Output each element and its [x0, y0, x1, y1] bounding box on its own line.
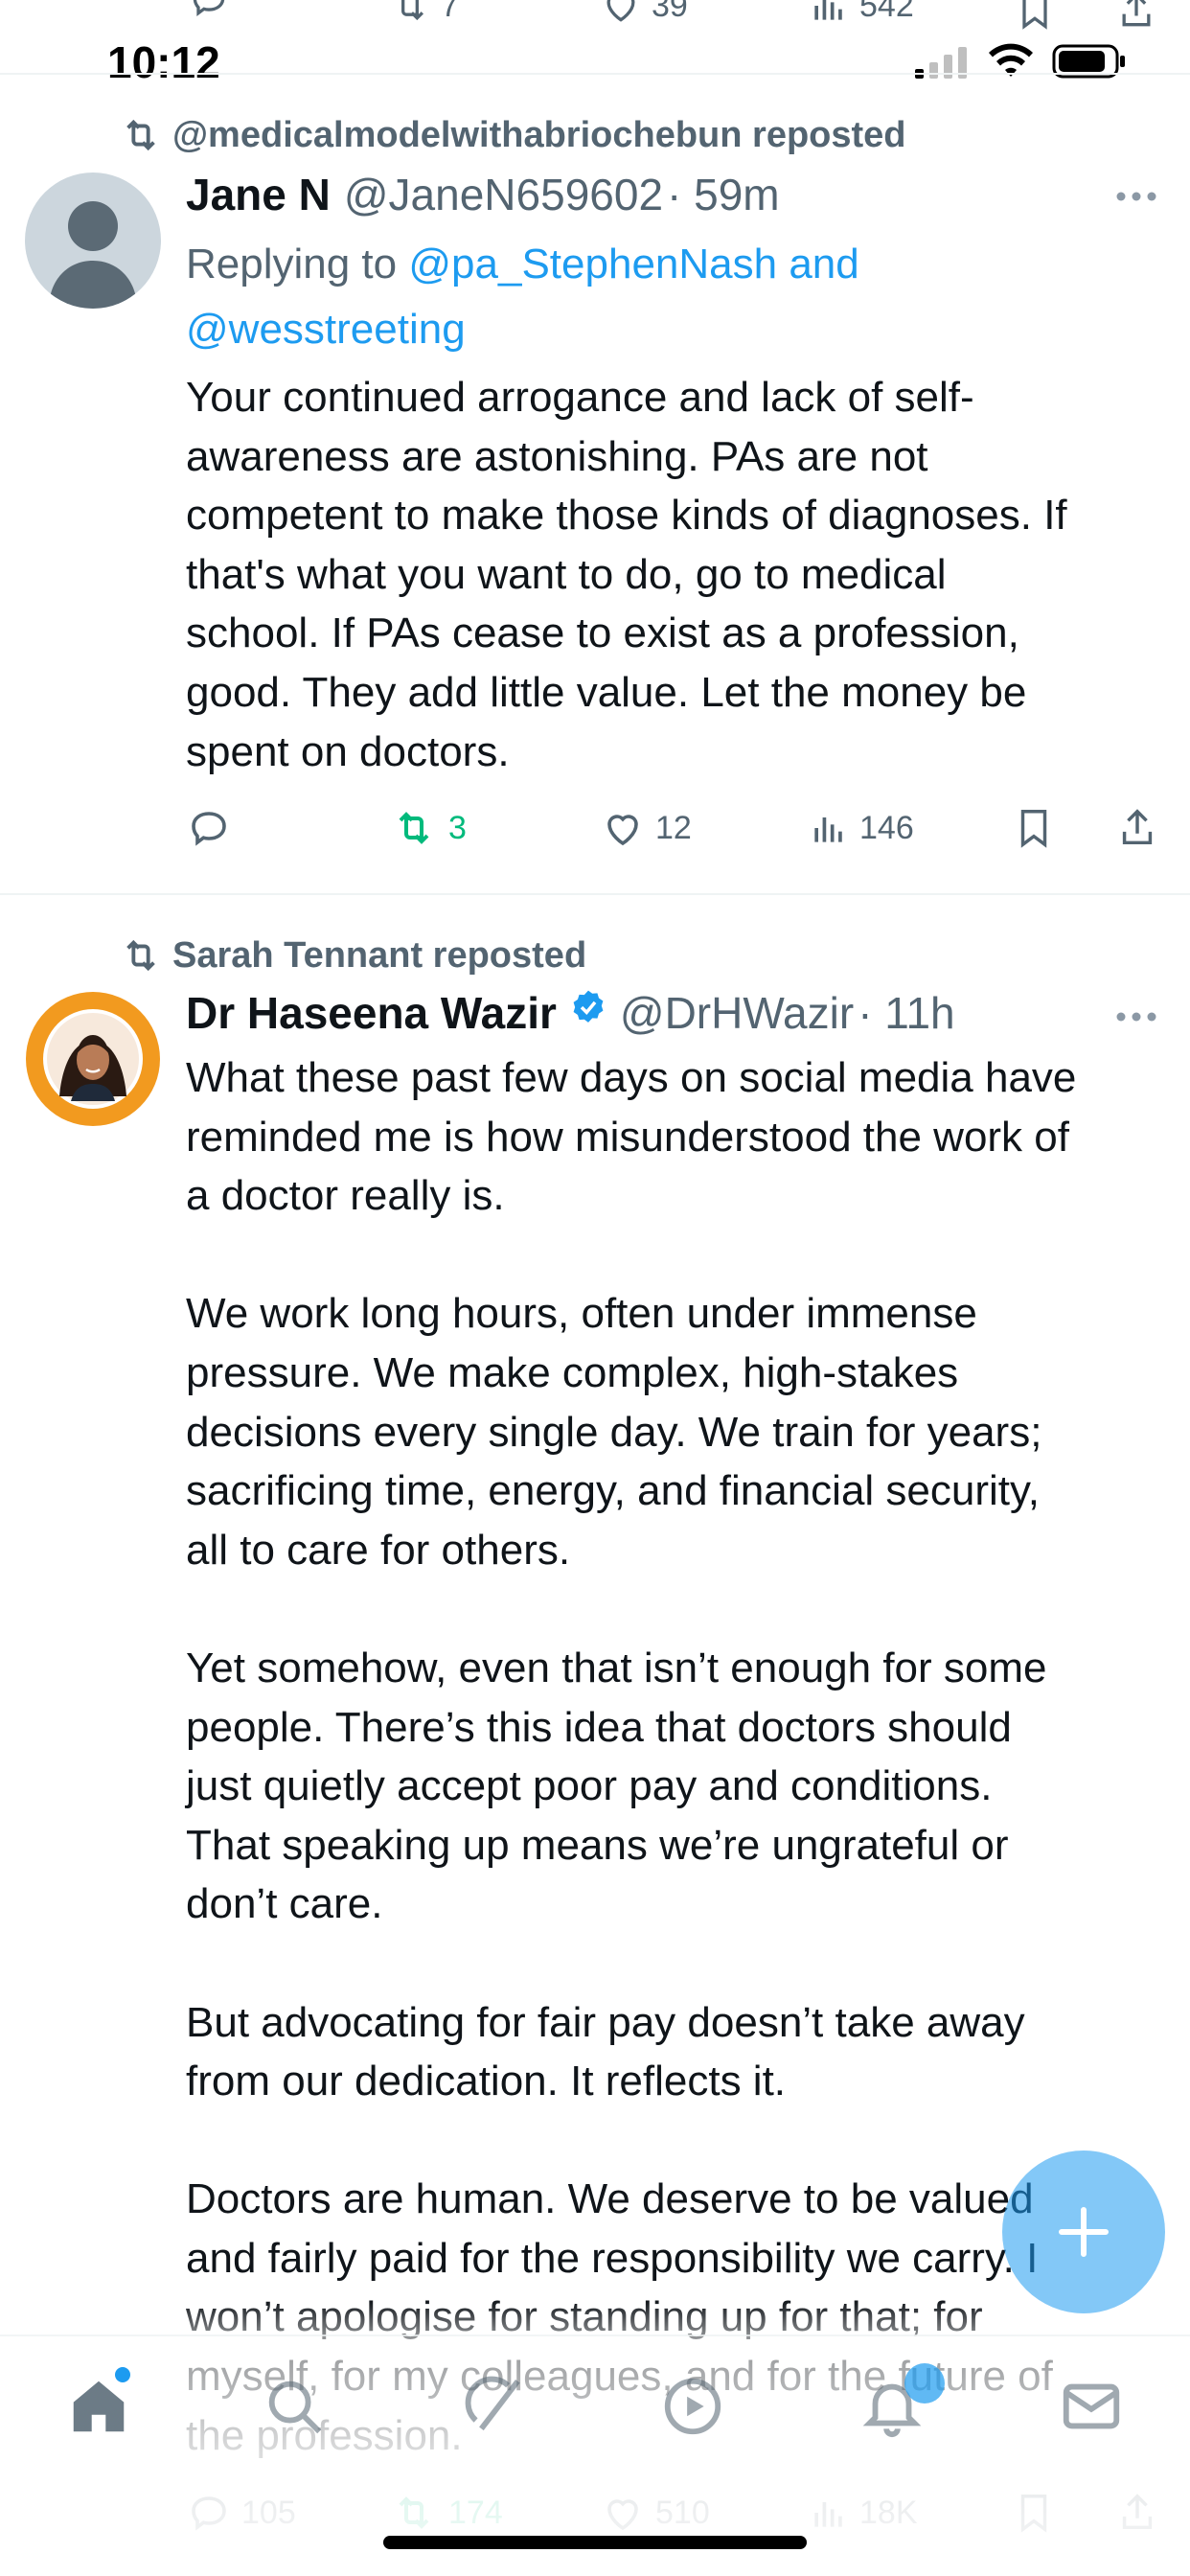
bookmark-icon: [1020, 2495, 1047, 2533]
replying-prefix: Replying to: [186, 241, 398, 288]
verified-badge-icon: [568, 987, 608, 1039]
author-name[interactable]: Dr Haseena Wazir: [186, 987, 557, 1039]
retweet-button[interactable]: 3: [389, 805, 467, 851]
views-count: 146: [859, 809, 914, 846]
heart-icon: [607, 2499, 638, 2531]
compose-button[interactable]: [1002, 2150, 1165, 2313]
more-options-icon[interactable]: [1115, 1010, 1157, 1027]
views-icon: [814, 2502, 842, 2527]
home-indicator[interactable]: [383, 2536, 807, 2549]
replying-to: Replying to @pa_StephenNash and @wesstre…: [186, 232, 1144, 362]
messages-icon[interactable]: [1058, 2373, 1125, 2445]
tweet-dr-haseena-wazir[interactable]: Sarah Tennant reposted Dr Haseena Wazir …: [0, 895, 1190, 2576]
views-button[interactable]: 18K: [808, 2490, 918, 2536]
avatar[interactable]: [25, 172, 161, 309]
views-count: 542: [859, 0, 914, 24]
avatar[interactable]: [25, 991, 161, 1127]
reply-count: 105: [241, 2494, 296, 2531]
retweet-action[interactable]: 7: [389, 0, 459, 27]
grok-icon[interactable]: [462, 2373, 529, 2445]
share-icon: [1122, 809, 1153, 845]
plus-icon: [1059, 2207, 1109, 2257]
bookmark-button[interactable]: [1012, 2488, 1056, 2542]
reply-mention-1[interactable]: @pa_StephenNash and: [408, 241, 858, 288]
retweet-icon: [399, 2496, 429, 2529]
retweet-icon: [401, 0, 424, 21]
tweet-text: Your continued arrogance and lack of sel…: [186, 374, 1067, 775]
retweet-count: 174: [448, 2494, 503, 2531]
tweet-time: · 11h: [858, 988, 955, 1038]
views-icon: [814, 817, 842, 842]
bookmark-icon: [1020, 810, 1047, 848]
more-options-icon[interactable]: [1115, 190, 1157, 207]
reply-icon: [192, 812, 226, 846]
share-button[interactable]: [1115, 2488, 1159, 2542]
retweet-button[interactable]: 174: [389, 2490, 503, 2536]
retweet-icon: [126, 939, 155, 972]
video-icon[interactable]: [659, 2373, 726, 2445]
heart-icon: [606, 0, 635, 22]
reply-button[interactable]: 105: [186, 2490, 296, 2536]
bottom-nav-divider: [0, 2334, 1190, 2336]
like-count: 39: [652, 0, 688, 24]
like-count: 12: [655, 809, 692, 846]
like-count: 510: [655, 2494, 710, 2531]
retweet-icon: [126, 119, 155, 151]
author-name[interactable]: Jane N: [186, 169, 331, 220]
share-icon: [1122, 2494, 1153, 2530]
repost-label: Sarah Tennant reposted: [172, 934, 587, 976]
retweet-count: 7: [441, 0, 459, 24]
tweet-time: · 59m: [667, 170, 780, 219]
heart-icon: [607, 815, 638, 846]
search-icon[interactable]: [261, 2373, 328, 2445]
default-profile-icon: [49, 201, 137, 309]
reply-icon: [192, 2496, 226, 2531]
reply-mention-2[interactable]: @wesstreeting: [186, 306, 466, 353]
views-action[interactable]: 542: [808, 0, 914, 27]
reply-icon[interactable]: [188, 0, 230, 21]
notification-dot: [115, 2367, 130, 2382]
notification-badge: [904, 2363, 945, 2404]
like-button[interactable]: 12: [600, 805, 692, 851]
retweet-icon: [399, 812, 429, 844]
repost-indicator: Sarah Tennant reposted: [119, 933, 586, 978]
author-handle[interactable]: @JaneN659602: [344, 169, 663, 220]
home-icon[interactable]: [65, 2373, 132, 2445]
bottom-navigation: [0, 2338, 1190, 2482]
retweet-count: 3: [448, 809, 467, 846]
like-action[interactable]: 39: [600, 0, 688, 27]
tweet-header: Jane N @JaneN659602 · 59m: [186, 169, 780, 220]
author-handle[interactable]: @DrHWazir: [620, 987, 854, 1039]
views-button[interactable]: 146: [808, 805, 914, 851]
views-icon: [814, 0, 842, 20]
share-button[interactable]: [1115, 803, 1159, 858]
repost-label: @medicalmodelwithabriochebun reposted: [172, 114, 906, 155]
tweet-jane-n[interactable]: @medicalmodelwithabriochebun reposted Ja…: [0, 75, 1190, 893]
repost-indicator: @medicalmodelwithabriochebun reposted: [119, 113, 906, 157]
tweet-header: Dr Haseena Wazir @DrHWazir · 11h: [186, 987, 955, 1039]
like-button[interactable]: 510: [600, 2490, 710, 2536]
views-count: 18K: [859, 2494, 918, 2531]
bookmark-button[interactable]: [1012, 803, 1056, 858]
reply-button[interactable]: [186, 805, 232, 856]
